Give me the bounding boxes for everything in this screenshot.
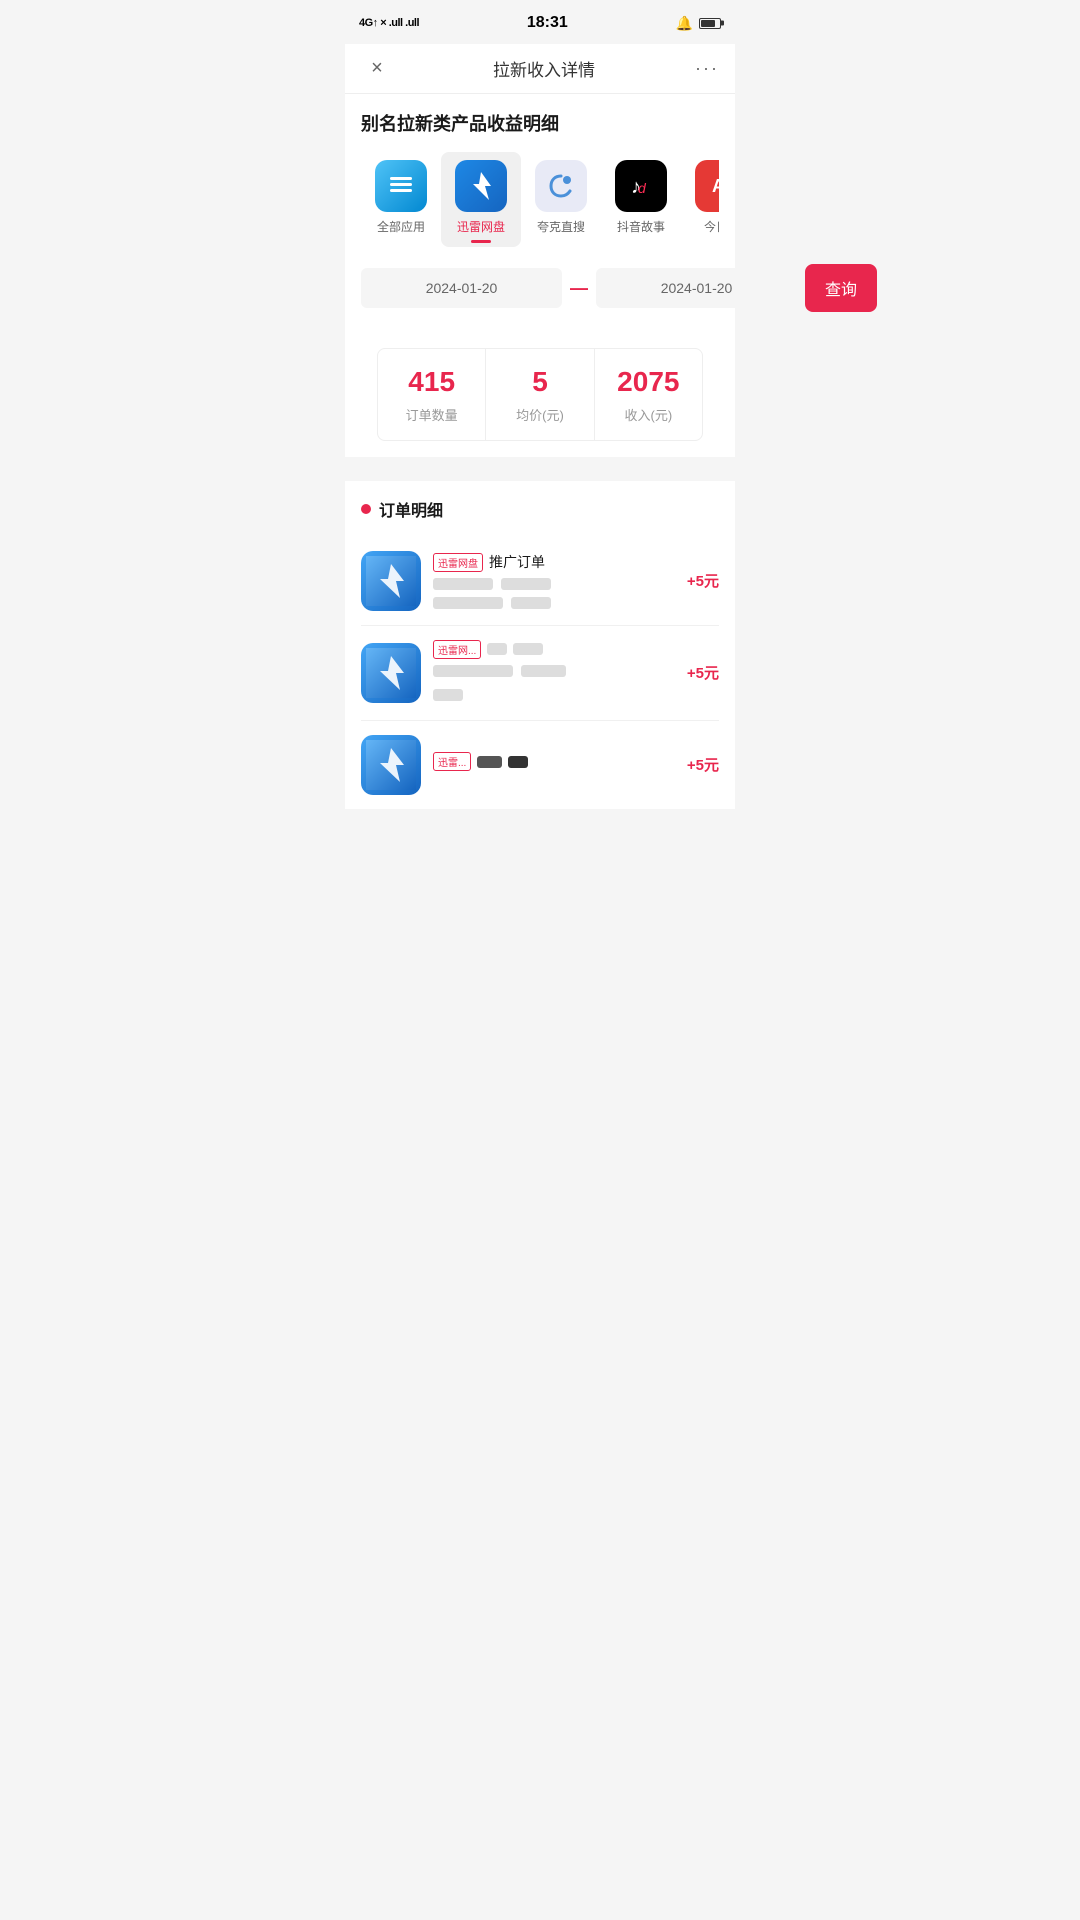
dot-indicator bbox=[361, 504, 371, 514]
order-content-2: 迅雷网... bbox=[433, 640, 675, 706]
kuake-icon bbox=[535, 160, 587, 212]
query-button[interactable]: 查询 bbox=[805, 264, 877, 312]
order-amount-2: +5元 bbox=[687, 662, 719, 683]
date-separator: — bbox=[570, 278, 588, 299]
today-icon: Ai bbox=[695, 160, 719, 212]
app-tag-2: 迅雷网... bbox=[433, 640, 481, 659]
order-section: 订单明细 迅雷网盘 推广订单 bbox=[345, 481, 735, 809]
order-item-3[interactable]: 迅雷... +5元 bbox=[361, 721, 719, 809]
order-header-1: 迅雷网盘 推广订单 bbox=[433, 552, 675, 572]
order-amount-3: +5元 bbox=[687, 754, 719, 775]
tab-xunlei-label: 迅雷网盘 bbox=[457, 218, 505, 235]
status-time: 18:31 bbox=[527, 14, 568, 32]
revenue-label: 收入(元) bbox=[603, 405, 694, 424]
close-button[interactable]: × bbox=[361, 57, 393, 80]
order-content-3: 迅雷... bbox=[433, 752, 675, 777]
app-tag-3: 迅雷... bbox=[433, 752, 471, 771]
revenue-value: 2075 bbox=[603, 365, 694, 399]
order-meta-1 bbox=[433, 578, 675, 609]
mute-icon: 🔔 bbox=[676, 15, 693, 32]
all-apps-icon bbox=[375, 160, 427, 212]
page-title: 拉新收入详情 bbox=[493, 56, 595, 81]
tab-kuake-label: 夸克直搜 bbox=[537, 218, 585, 235]
end-date-input[interactable] bbox=[596, 268, 797, 308]
stats-section: 415 订单数量 5 均价(元) 2075 收入(元) bbox=[345, 324, 735, 457]
order-header-3: 迅雷... bbox=[433, 752, 675, 771]
tab-kuake[interactable]: 夸克直搜 bbox=[521, 152, 601, 247]
start-date-input[interactable] bbox=[361, 268, 562, 308]
tab-douyin-label: 抖音故事 bbox=[617, 218, 665, 235]
main-content: 别名拉新类产品收益明细 全部应用 bbox=[345, 94, 735, 251]
order-app-icon-3 bbox=[361, 735, 421, 795]
tab-today[interactable]: Ai 今日... bbox=[681, 152, 719, 247]
order-item-2[interactable]: 迅雷网... +5元 bbox=[361, 626, 719, 721]
stat-order-count: 415 订单数量 bbox=[378, 349, 486, 440]
order-app-icon-2 bbox=[361, 643, 421, 703]
order-header-2: 迅雷网... bbox=[433, 640, 675, 659]
svg-text:d: d bbox=[638, 180, 647, 196]
xunlei-icon bbox=[455, 160, 507, 212]
avg-price-value: 5 bbox=[494, 365, 585, 399]
more-button[interactable]: ··· bbox=[695, 58, 719, 79]
order-count-value: 415 bbox=[386, 365, 477, 399]
stat-avg-price: 5 均价(元) bbox=[486, 349, 594, 440]
date-filter: — 查询 bbox=[345, 252, 735, 324]
status-bar: 4G↑ × .ull .ull 18:31 🔔 bbox=[345, 0, 735, 44]
order-count-label: 订单数量 bbox=[386, 405, 477, 424]
app-tabs: 全部应用 迅雷网盘 bbox=[361, 152, 719, 251]
signal-indicator: 4G↑ × .ull .ull bbox=[359, 17, 419, 29]
header: × 拉新收入详情 ··· bbox=[345, 44, 735, 94]
order-meta-2 bbox=[433, 665, 675, 706]
avg-price-label: 均价(元) bbox=[494, 405, 585, 424]
order-app-icon-1 bbox=[361, 551, 421, 611]
tab-xunlei[interactable]: 迅雷网盘 bbox=[441, 152, 521, 247]
active-indicator bbox=[471, 240, 491, 243]
app-tag-1: 迅雷网盘 bbox=[433, 553, 483, 572]
order-content-1: 迅雷网盘 推广订单 bbox=[433, 552, 675, 609]
stat-revenue: 2075 收入(元) bbox=[595, 349, 702, 440]
order-title-1: 推广订单 bbox=[489, 552, 545, 572]
douyin-icon: ♪ d bbox=[615, 160, 667, 212]
status-icons: 🔔 bbox=[676, 15, 721, 32]
tab-all-apps-label: 全部应用 bbox=[377, 218, 425, 235]
order-section-title: 订单明细 bbox=[361, 497, 719, 521]
tab-all-apps[interactable]: 全部应用 bbox=[361, 152, 441, 247]
battery-icon bbox=[699, 18, 721, 29]
tab-today-label: 今日... bbox=[704, 218, 719, 235]
order-amount-1: +5元 bbox=[687, 570, 719, 591]
tab-douyin[interactable]: ♪ d 抖音故事 bbox=[601, 152, 681, 247]
order-item[interactable]: 迅雷网盘 推广订单 +5元 bbox=[361, 537, 719, 626]
section-title: 别名拉新类产品收益明细 bbox=[361, 110, 719, 136]
stats-row: 415 订单数量 5 均价(元) 2075 收入(元) bbox=[377, 348, 703, 441]
